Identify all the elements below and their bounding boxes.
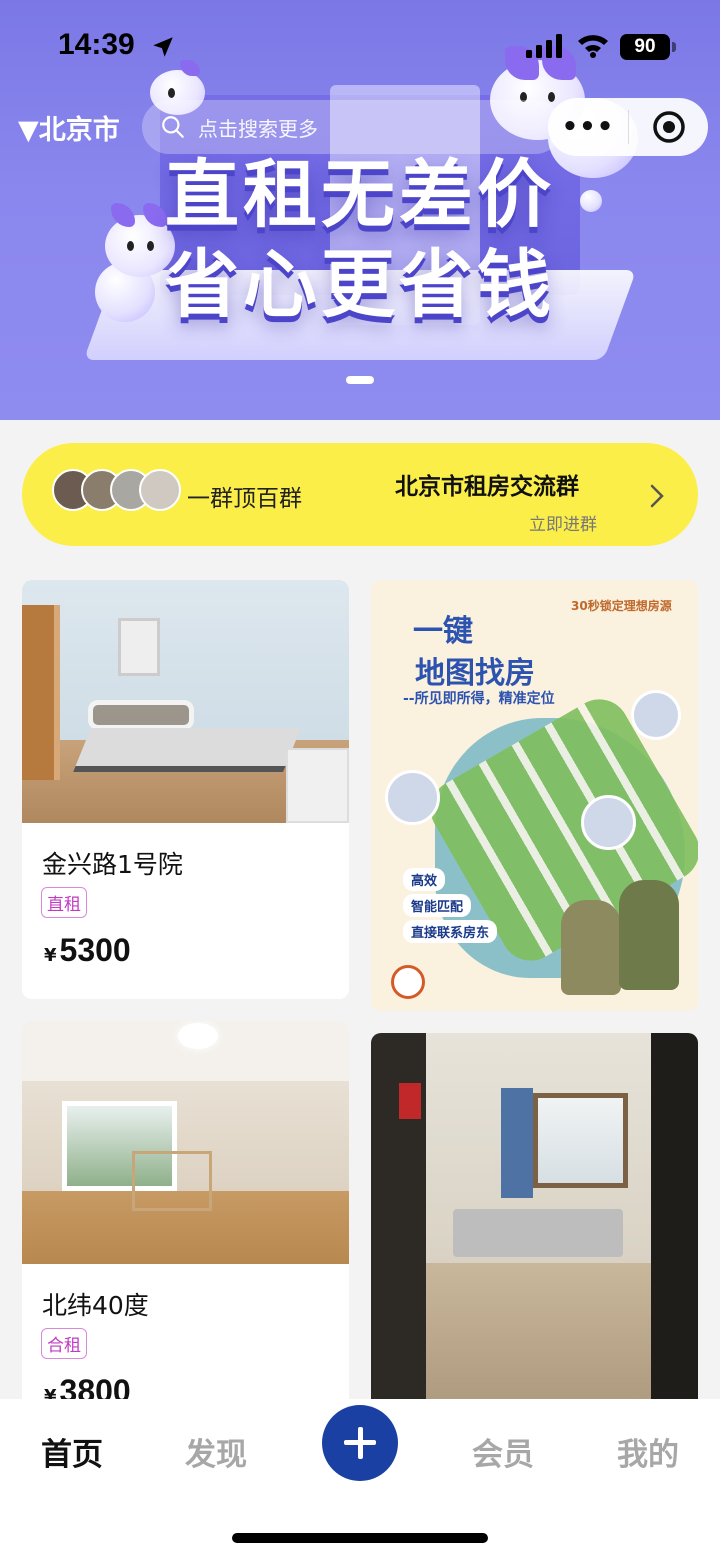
wifi-icon [578,35,608,58]
search-icon [162,116,184,138]
promo-feature: 智能匹配 [403,894,472,917]
search-placeholder: 点击搜索更多 [198,116,318,141]
tab-membership[interactable]: 会员 [453,1429,553,1474]
chevron-right-icon [650,484,664,508]
battery-indicator: 90 [620,34,670,60]
join-group-link[interactable]: 立即进群 [529,510,597,535]
banner-headline-2: 省心更省钱 [165,242,555,328]
home-indicator [232,1533,488,1543]
listing-title: 北纬40度 [42,1291,149,1320]
avatar [139,469,181,511]
listing-card[interactable] [371,1033,698,1433]
illustration-person [619,880,679,990]
more-options-button[interactable]: ••• [548,112,628,142]
listing-card[interactable]: 金兴路1号院 直租 ¥5300 [22,580,349,999]
promo-headline-1: 一键 [413,614,473,649]
currency-symbol: ¥ [44,945,57,966]
group-name: 北京市租房交流群 [395,474,579,500]
tab-discover[interactable]: 发现 [166,1429,266,1474]
target-icon [652,111,685,143]
listing-photo [371,1033,698,1433]
carousel-indicator [346,376,374,384]
listing-title: 金兴路1号院 [42,850,183,879]
miniprogram-capsule: ••• [548,98,708,156]
battery-tip [672,42,676,52]
promo-subtitle: --所见即所得，精准定位 [403,691,555,707]
promo-feature: 直接联系房东 [403,920,498,943]
illustration-person [561,900,621,995]
listing-card[interactable]: 北纬40度 合租 ¥3800 [22,1021,349,1441]
group-chat-banner[interactable]: 一群顶百群 北京市租房交流群 立即进群 [22,443,698,546]
status-time: 14:39 [58,28,135,61]
location-arrow-icon [153,37,173,57]
map-pin-bubble [581,795,636,850]
map-pin-bubble [631,690,681,740]
tab-home[interactable]: 首页 [22,1429,122,1474]
map-search-promo-card[interactable]: 30秒锁定理想房源 一键 地图找房 --所见即所得，精准定位 高效 智能匹配 直… [371,580,698,1011]
close-miniprogram-button[interactable] [629,110,708,144]
city-selector[interactable]: ▼北京市 [18,108,120,147]
tab-mine[interactable]: 我的 [598,1429,698,1474]
map-pin-bubble [385,770,440,825]
listing-photo [22,1021,349,1264]
price-value: 5300 [59,932,131,968]
promo-hint: 30秒锁定理想房源 [571,599,672,613]
listing-tag: 直租 [41,887,87,918]
listing-price: ¥5300 [44,932,131,969]
search-bar[interactable]: 点击搜索更多 [142,100,562,154]
status-bar: 14:39 90 [0,0,720,90]
listing-tag: 合租 [41,1328,87,1359]
promo-headline-2: 地图找房 [415,656,535,691]
cellular-signal-icon [526,34,562,58]
add-post-button[interactable] [322,1405,398,1481]
group-slogan: 一群顶百群 [187,486,302,512]
listing-photo [22,580,349,823]
promo-feature: 高效 [403,868,446,891]
compass-icon [391,965,425,999]
